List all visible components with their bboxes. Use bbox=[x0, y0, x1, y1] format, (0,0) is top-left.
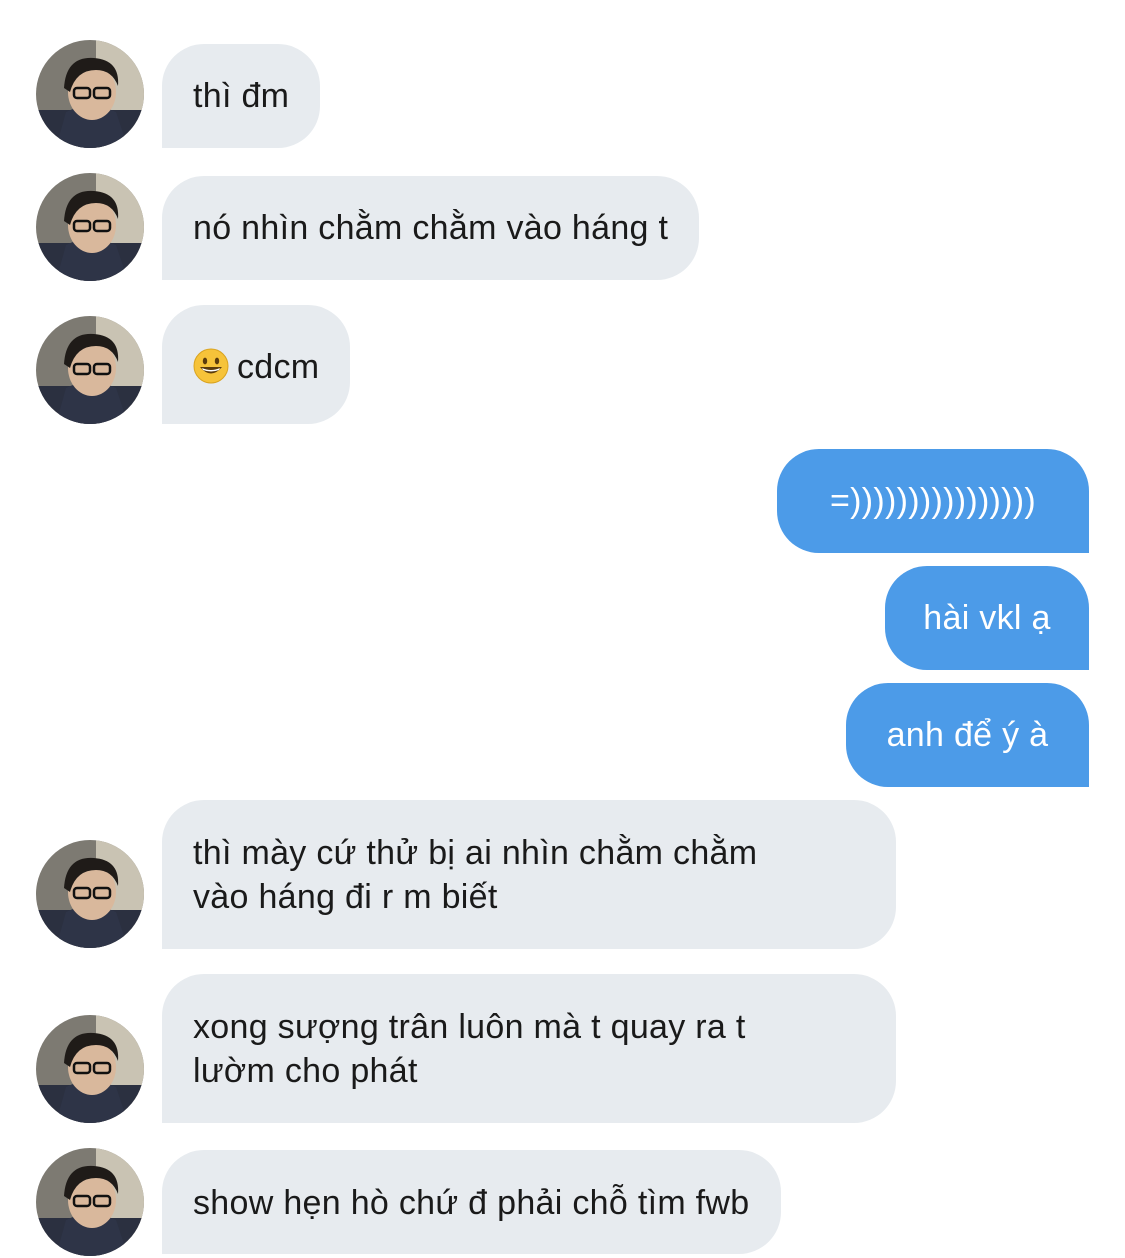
avatar[interactable] bbox=[36, 40, 144, 148]
avatar[interactable] bbox=[36, 1148, 144, 1256]
avatar[interactable] bbox=[36, 316, 144, 424]
message-text: anh để ý à bbox=[886, 716, 1049, 754]
message-text-line: vào háng đi r m biết bbox=[193, 878, 498, 916]
message-text-line: thì mày cứ thử bị ai nhìn chằm chằm bbox=[193, 834, 758, 872]
avatar[interactable] bbox=[36, 173, 144, 281]
message-bubble-outgoing[interactable]: anh để ý à bbox=[846, 683, 1089, 787]
message-bubble-incoming[interactable]: show hẹn hò chứ đ phải chỗ tìm fwb bbox=[162, 1150, 781, 1254]
message-bubble-incoming[interactable]: xong sượng trân luôn mà t quay ra t lườm… bbox=[162, 974, 896, 1123]
message-text: =)))))))))))))))) bbox=[829, 482, 1037, 520]
message-bubble-incoming[interactable]: thì đm bbox=[162, 44, 321, 148]
message-text: thì đm bbox=[193, 77, 290, 115]
message-text: hài vkl ạ bbox=[923, 599, 1051, 637]
message-text-line: xong sượng trân luôn mà t quay ra t bbox=[193, 1008, 746, 1046]
message-bubble-incoming[interactable]: thì mày cứ thử bị ai nhìn chằm chằm vào … bbox=[162, 800, 896, 949]
message-text: nó nhìn chằm chằm vào háng t bbox=[193, 209, 669, 247]
avatar[interactable] bbox=[36, 1015, 144, 1123]
grinning-face-icon bbox=[193, 348, 229, 384]
message-text-line: lườm cho phát bbox=[193, 1052, 418, 1090]
avatar[interactable] bbox=[36, 840, 144, 948]
message-text: cdcm bbox=[237, 348, 320, 386]
message-bubble-outgoing[interactable]: =)))))))))))))))) bbox=[777, 449, 1089, 553]
message-text: show hẹn hò chứ đ phải chỗ tìm fwb bbox=[193, 1184, 750, 1222]
message-bubble-incoming[interactable]: cdcm bbox=[162, 305, 351, 424]
message-bubble-outgoing[interactable]: hài vkl ạ bbox=[885, 566, 1089, 670]
message-bubble-incoming[interactable]: nó nhìn chằm chằm vào háng t bbox=[162, 176, 700, 280]
